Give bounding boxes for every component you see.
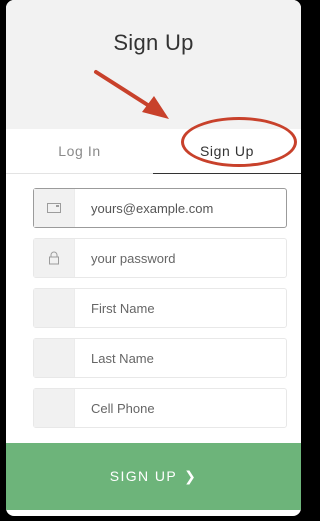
cell-phone-field[interactable]: Cell Phone xyxy=(33,388,287,428)
cell-phone-placeholder: Cell Phone xyxy=(91,400,155,416)
signup-submit-button[interactable]: SIGN UP ❯ xyxy=(6,443,301,510)
first-name-placeholder: First Name xyxy=(91,300,155,316)
email-field[interactable]: yours@example.com xyxy=(33,188,287,228)
chevron-right-icon: ❯ xyxy=(184,468,198,484)
cell-phone-icon-slot xyxy=(34,389,75,427)
auth-tabs: Log In Sign Up xyxy=(6,129,301,174)
signup-dialog: Sign Up Log In Sign Up yours@example.com… xyxy=(6,0,301,516)
lock-icon xyxy=(34,239,75,277)
first-name-field[interactable]: First Name xyxy=(33,288,287,328)
tab-login[interactable]: Log In xyxy=(6,129,153,174)
last-name-field[interactable]: Last Name xyxy=(33,338,287,378)
password-field[interactable]: your password xyxy=(33,238,287,278)
last-name-placeholder: Last Name xyxy=(91,350,154,366)
last-name-icon-slot xyxy=(34,339,75,377)
password-placeholder: your password xyxy=(91,250,176,266)
dialog-header: Sign Up xyxy=(6,0,301,129)
email-value: yours@example.com xyxy=(91,200,214,216)
tab-signup[interactable]: Sign Up xyxy=(153,129,301,174)
signup-button-label: SIGN UP xyxy=(109,468,177,484)
signup-form: yours@example.com your password First Na… xyxy=(6,174,301,336)
annotation-arrow xyxy=(94,70,169,119)
envelope-icon xyxy=(34,189,75,227)
first-name-icon-slot xyxy=(34,289,75,327)
